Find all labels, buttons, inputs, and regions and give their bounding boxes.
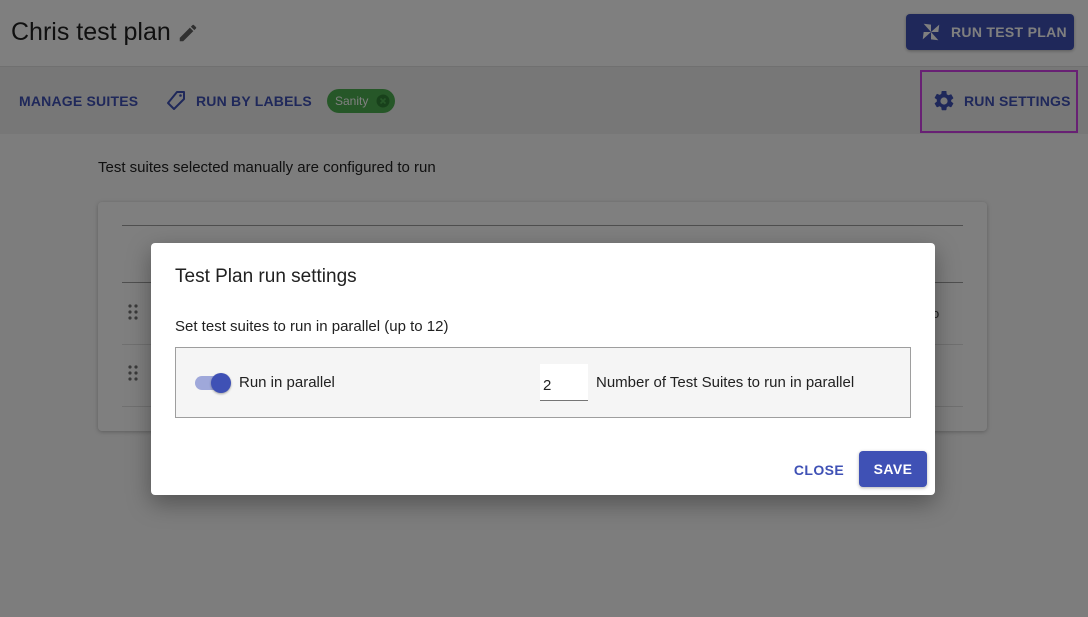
run-settings-dialog: Test Plan run settings Set test suites t… [151,243,935,495]
run-in-parallel-toggle[interactable] [193,373,231,393]
close-button[interactable]: CLOSE [787,452,851,488]
parallel-count-label: Number of Test Suites to run in parallel [596,374,855,391]
dialog-subtitle: Set test suites to run in parallel (up t… [175,318,449,335]
toggle-thumb [211,373,231,393]
save-button[interactable]: SAVE [859,451,927,487]
parallel-count-input[interactable] [540,364,588,401]
dialog-title: Test Plan run settings [175,266,357,287]
parallel-settings-box: Run in parallel Number of Test Suites to… [175,347,911,418]
run-in-parallel-label: Run in parallel [239,374,335,391]
